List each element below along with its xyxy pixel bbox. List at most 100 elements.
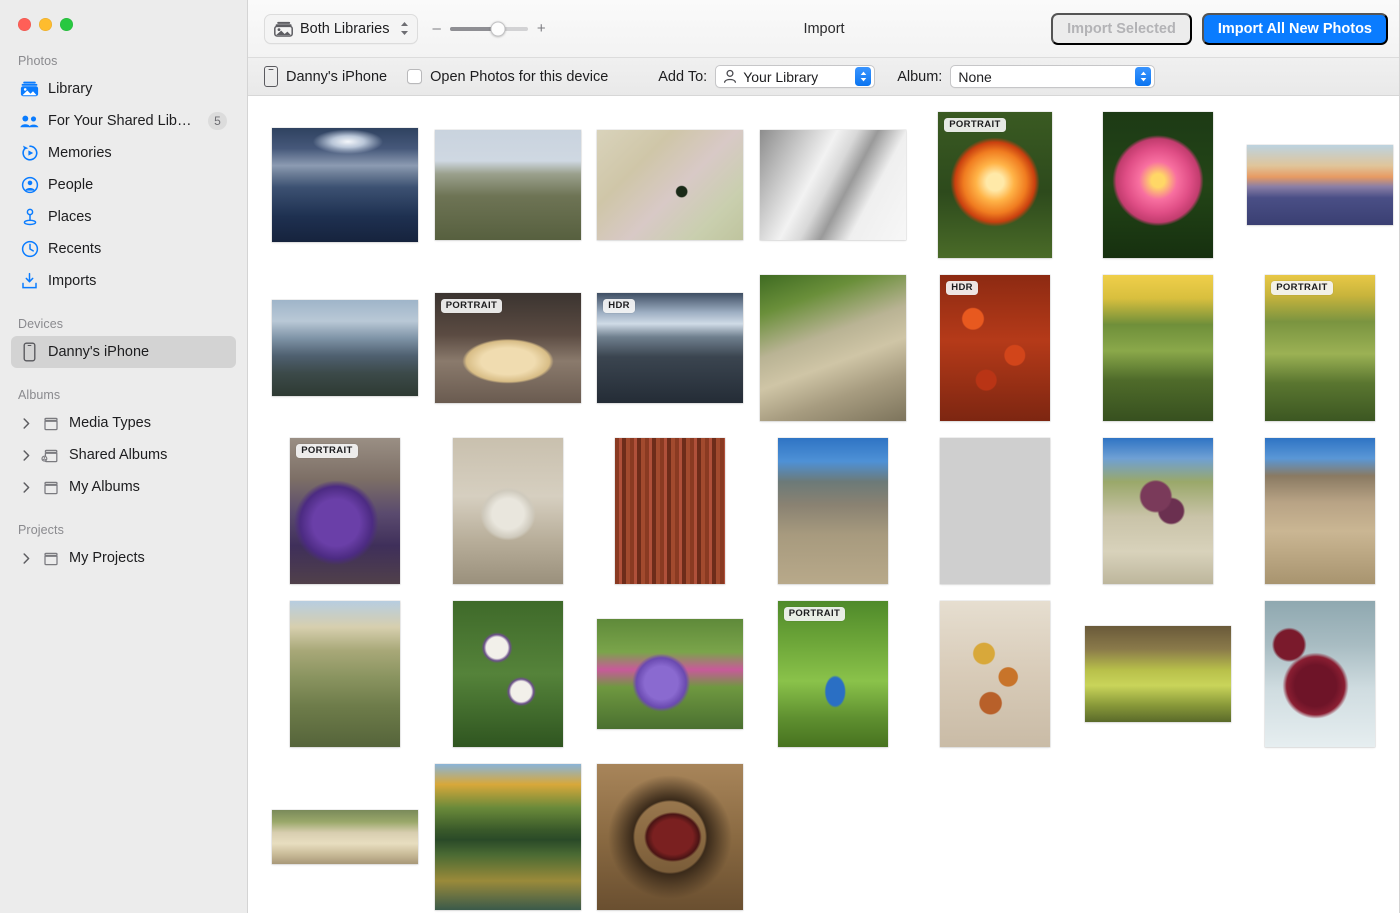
photo-cell[interactable]: HDR [914, 266, 1077, 429]
photo-cell[interactable] [589, 429, 752, 592]
photo-cell[interactable] [1239, 592, 1400, 755]
zoom-slider-control[interactable]: – + [432, 20, 545, 37]
photo-cell[interactable] [752, 103, 915, 266]
photo-thumbnail-weathered-red-wood[interactable] [615, 438, 725, 584]
photo-cell[interactable] [264, 266, 427, 429]
photo-cell[interactable] [752, 266, 915, 429]
sidebar-item-for-your-shared-lib[interactable]: For Your Shared Lib…5 [11, 105, 236, 137]
photo-thumbnail-coiled-millipede[interactable] [597, 764, 743, 910]
sidebar-item-media-types[interactable]: Media Types [11, 407, 236, 439]
photo-cell[interactable]: PORTRAIT [264, 429, 427, 592]
photo-thumbnail-rocky-coastline[interactable]: HDR [597, 293, 743, 403]
add-to-popup[interactable]: Your Library [715, 65, 875, 88]
photo-thumbnail-desert-yucca-and-rocks[interactable] [778, 438, 888, 584]
photo-thumbnail-white-daisies[interactable] [453, 601, 563, 747]
sidebar-item-my-albums[interactable]: My Albums [11, 471, 236, 503]
photo-thumbnail-rock-formations[interactable] [1265, 438, 1375, 584]
photo-thumbnail-lizard-on-rock[interactable] [760, 275, 906, 421]
photo-thumbnail-cherries-in-water[interactable] [1265, 601, 1375, 747]
photo-cell[interactable]: HDR [589, 266, 752, 429]
photo-thumbnail-purple-flower-bouquet[interactable]: PORTRAIT [290, 438, 400, 584]
sidebar-item-memories[interactable]: Memories [11, 137, 236, 169]
zoom-slider-thumb[interactable] [491, 21, 506, 36]
photo-cell[interactable] [1077, 103, 1240, 266]
photo-cell[interactable] [427, 592, 590, 755]
photo-thumbnail-joshua-tree-boulders[interactable] [940, 438, 1050, 584]
chevron-right-icon[interactable] [20, 482, 32, 493]
sidebar-item-imports[interactable]: Imports [11, 265, 236, 297]
import-selected-button[interactable]: Import Selected [1051, 13, 1192, 45]
photo-thumbnail-mountain-canyon[interactable] [435, 130, 581, 240]
photo-cell[interactable] [914, 592, 1077, 755]
close-button[interactable] [18, 18, 31, 31]
chevron-right-icon[interactable] [20, 418, 32, 429]
sidebar-item-places[interactable]: Places [11, 201, 236, 233]
photo-cell[interactable] [589, 103, 752, 266]
photo-thumbnail-orange-dahlia[interactable]: PORTRAIT [938, 112, 1052, 258]
photo-cell[interactable] [264, 103, 427, 266]
open-photos-checkbox[interactable] [407, 69, 422, 84]
add-to-stepper-icon[interactable] [855, 67, 871, 86]
photo-cell[interactable] [427, 103, 590, 266]
photo-cell[interactable] [1077, 592, 1240, 755]
photo-thumbnail-black-and-white-macro[interactable] [760, 130, 906, 240]
photo-cell[interactable]: PORTRAIT [914, 103, 1077, 266]
photo-thumbnail-purple-scabiosa[interactable] [597, 619, 743, 729]
photo-thumbnail-romanesco-cauliflower[interactable] [1103, 275, 1213, 421]
photo-cell[interactable] [1239, 429, 1400, 592]
photo-cell[interactable] [1077, 266, 1240, 429]
minimize-button[interactable] [39, 18, 52, 31]
photo-thumbnail-crate-of-nectarines[interactable]: HDR [940, 275, 1050, 421]
photo-thumbnail-prickly-pear-cactus[interactable] [1103, 438, 1213, 584]
photo-image [1103, 112, 1213, 258]
photo-cell[interactable]: PORTRAIT [427, 266, 590, 429]
memories-icon [20, 144, 39, 163]
library-scope-popup[interactable]: Both Libraries [264, 14, 418, 44]
chevron-right-icon[interactable] [20, 450, 32, 461]
photo-thumbnail-plate-of-tomatoes[interactable] [940, 601, 1050, 747]
sidebar-item-shared-albums[interactable]: Shared Albums [11, 439, 236, 471]
photo-thumbnail-cholla-cactus[interactable] [453, 438, 563, 584]
photo-cell[interactable] [589, 592, 752, 755]
zoom-button[interactable] [60, 18, 73, 31]
photo-badge-portrait: PORTRAIT [944, 118, 1005, 133]
zoom-slider-track[interactable] [450, 27, 528, 31]
sidebar-item-danny-s-iphone[interactable]: Danny's iPhone [11, 336, 236, 368]
photo-cell[interactable] [427, 755, 590, 913]
photo-cell[interactable] [914, 429, 1077, 592]
photo-thumbnail-hummingbird-on-branch[interactable] [597, 130, 743, 240]
photo-cell[interactable] [752, 429, 915, 592]
zoom-out-label[interactable]: – [432, 20, 440, 37]
photo-thumbnail-moonlight-over-ocean[interactable] [272, 128, 418, 242]
sidebar-item-people[interactable]: People [11, 169, 236, 201]
photo-thumbnail-autumn-river-reflection[interactable] [435, 764, 581, 910]
chevron-right-icon[interactable] [20, 553, 32, 564]
photo-cell[interactable]: PORTRAIT [752, 592, 915, 755]
album-popup[interactable]: None [950, 65, 1155, 88]
photo-cell[interactable] [1239, 103, 1400, 266]
photo-cell[interactable] [589, 755, 752, 913]
photo-thumbnail-blue-jay-on-lawn[interactable]: PORTRAIT [778, 601, 888, 747]
photo-image [778, 601, 888, 747]
photo-thumbnail-cloudy-valley-overlook[interactable] [272, 300, 418, 396]
photo-thumbnail-pink-dahlia[interactable] [1103, 112, 1213, 258]
sidebar-item-library[interactable]: Library [11, 73, 236, 105]
photo-thumbnail-romanesco-portrait[interactable]: PORTRAIT [1265, 275, 1375, 421]
photo-thumbnail-insect-on-plant[interactable] [1085, 626, 1231, 722]
photo-thumbnail-wooden-sculpture-on-tray[interactable] [272, 810, 418, 864]
import-all-new-photos-button[interactable]: Import All New Photos [1202, 13, 1388, 45]
album-stepper-icon[interactable] [1135, 67, 1151, 86]
photo-cell[interactable]: PORTRAIT [1239, 266, 1400, 429]
zoom-in-label[interactable]: + [537, 20, 546, 37]
photo-cell[interactable] [427, 429, 590, 592]
photo-cell[interactable] [264, 592, 427, 755]
photo-thumbnail-aerial-farmland[interactable] [290, 601, 400, 747]
photo-thumbnail-pumpkin-pie[interactable]: PORTRAIT [435, 293, 581, 403]
photo-cell[interactable] [264, 755, 427, 913]
open-photos-checkbox-label[interactable]: Open Photos for this device [430, 69, 608, 85]
sidebar-item-my-projects[interactable]: My Projects [11, 542, 236, 574]
photo-cell[interactable] [1077, 429, 1240, 592]
photo-thumbnail-sunset-haze-horizon[interactable] [1247, 145, 1393, 225]
import-photo-grid-scroll[interactable]: PORTRAITPORTRAITHDRHDRPORTRAITPORTRAITPO… [248, 96, 1400, 913]
sidebar-item-recents[interactable]: Recents [11, 233, 236, 265]
